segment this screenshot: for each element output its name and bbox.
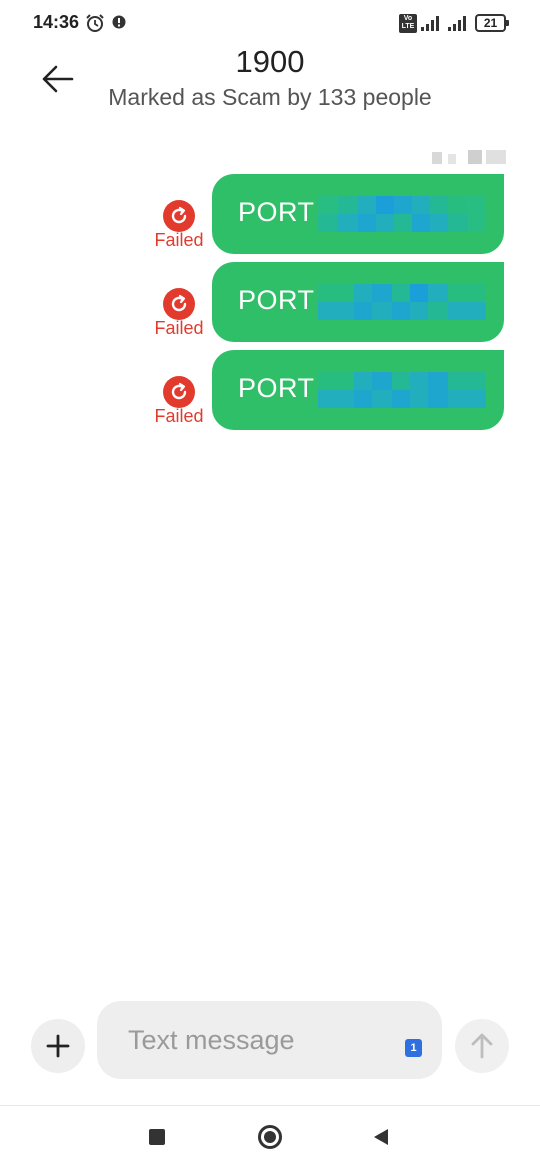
add-attachment-button[interactable] xyxy=(31,1019,85,1073)
retry-icon xyxy=(163,288,195,320)
failed-status: Failed xyxy=(154,230,204,250)
volte-icon: Vo LTE xyxy=(399,14,417,33)
failed-status: Failed xyxy=(154,406,204,426)
message-bubble[interactable]: PORT xyxy=(212,174,504,254)
message-bubble[interactable]: PORT xyxy=(212,350,504,430)
failed-retry-button[interactable]: Failed xyxy=(150,284,210,344)
home-dot xyxy=(264,1131,276,1143)
status-bar: 14:36 Vo LTE 21 xyxy=(0,0,540,46)
send-button[interactable] xyxy=(455,1019,509,1073)
failed-retry-button[interactable]: Failed xyxy=(150,196,210,256)
nav-divider xyxy=(0,1105,540,1106)
recents-square-icon[interactable] xyxy=(149,1129,165,1145)
message-row: Failed PORT xyxy=(0,350,540,432)
redacted-content xyxy=(318,284,486,320)
battery-level: 21 xyxy=(475,14,506,32)
arrow-up-icon xyxy=(471,1033,493,1059)
scam-warning-subtitle: Marked as Scam by 133 people xyxy=(108,84,432,110)
message-text: PORT xyxy=(238,197,315,227)
redacted-content xyxy=(318,196,486,232)
retry-icon xyxy=(163,200,195,232)
sim-selector-icon[interactable]: 1 xyxy=(405,1039,422,1057)
failed-status: Failed xyxy=(154,318,204,338)
battery-icon: 21 xyxy=(475,14,509,32)
message-text: PORT xyxy=(238,285,315,315)
alarm-icon xyxy=(85,13,105,33)
conversation-title: 1900 xyxy=(235,44,305,79)
message-input[interactable] xyxy=(97,1001,442,1079)
status-time: 14:36 xyxy=(33,12,80,32)
date-label-blurred xyxy=(432,150,506,164)
message-bubble[interactable]: PORT xyxy=(212,262,504,342)
home-circle-icon[interactable] xyxy=(258,1125,282,1149)
message-row: Failed PORT xyxy=(0,174,540,256)
battery-tip xyxy=(506,20,509,26)
signal-icon-2 xyxy=(447,14,469,32)
failed-retry-button[interactable]: Failed xyxy=(150,372,210,432)
redacted-content xyxy=(318,372,486,408)
notification-icon xyxy=(112,15,126,29)
retry-icon xyxy=(163,376,195,408)
plus-icon xyxy=(46,1034,70,1058)
back-triangle-icon[interactable] xyxy=(371,1127,391,1147)
message-text: PORT xyxy=(238,373,315,403)
signal-icon xyxy=(420,14,442,32)
message-row: Failed PORT xyxy=(0,262,540,344)
